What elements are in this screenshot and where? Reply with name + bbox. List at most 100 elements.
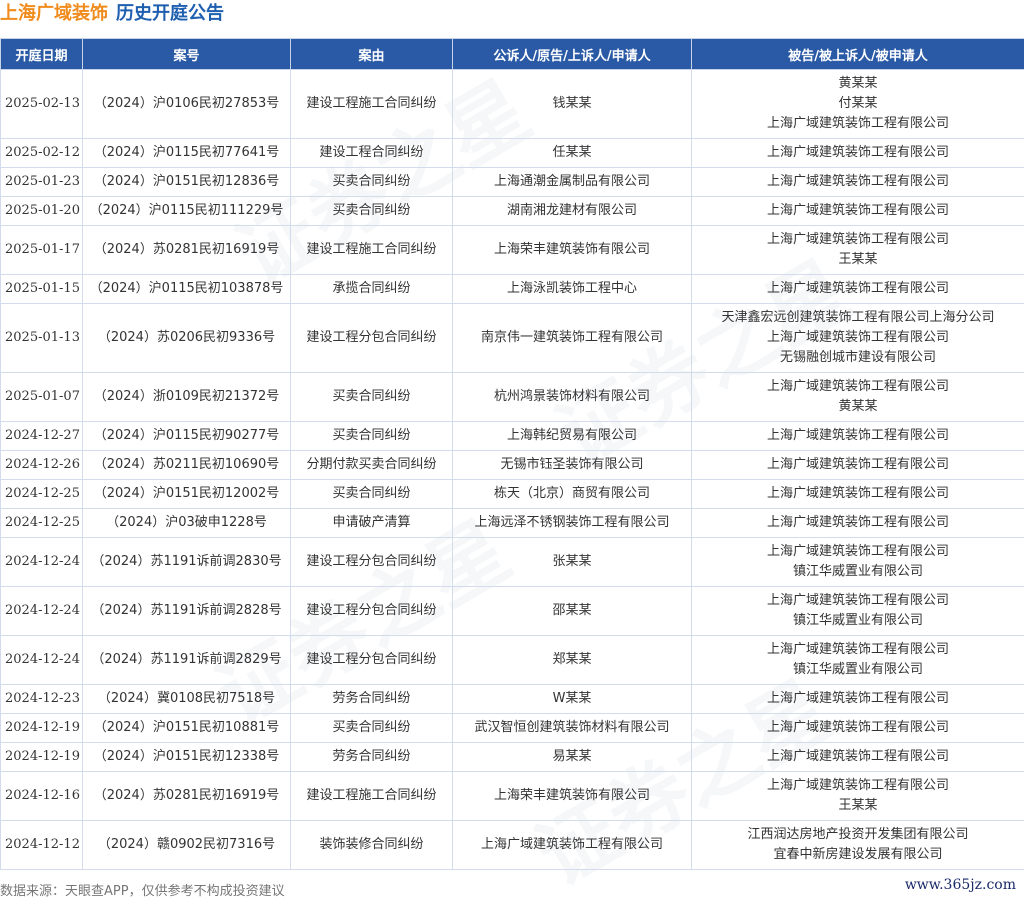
table-row: 2025-01-15（2024）沪0115民初103878号承揽合同纠纷上海泳凯… [1,275,1024,304]
defendant: 上海广域建筑装饰工程有限公司 [692,685,1024,714]
defendant: 上海广域建筑装饰工程有限公司镇江华威置业有限公司 [692,636,1024,685]
plaintiff: 上海泳凯装饰工程中心 [453,275,692,304]
defendant-entry: 上海广域建筑装饰工程有限公司 [694,172,1022,192]
plaintiff-entry: 易某某 [455,747,689,767]
table-row: 2025-01-23（2024）沪0151民初12836号买卖合同纠纷上海通潮金… [1,168,1024,197]
case-number: （2024）苏0211民初10690号 [83,451,291,480]
defendant-entry: 江西润达房地产投资开发集团有限公司 [694,825,1022,845]
case-number: （2024）苏0281民初16919号 [83,772,291,821]
defendant-entry: 上海广域建筑装饰工程有限公司 [694,230,1022,250]
defendant: 上海广域建筑装饰工程有限公司王某某 [692,772,1024,821]
defendant-entry: 王某某 [694,250,1022,270]
hearing-date: 2024-12-19 [1,714,83,743]
case-number: （2024）苏1191诉前调2828号 [83,587,291,636]
plaintiff-entry: 武汉智恒创建筑装饰材料有限公司 [455,718,689,738]
case-number: （2024）沪0151民初12338号 [83,743,291,772]
page-title: 上海广域装饰历史开庭公告 [0,0,224,30]
case-cause: 承揽合同纠纷 [291,275,453,304]
case-number: （2024）苏1191诉前调2830号 [83,538,291,587]
case-number: （2024）沪0115民初111229号 [83,197,291,226]
defendant-entry: 上海广域建筑装饰工程有限公司 [694,114,1022,134]
defendant: 上海广域建筑装饰工程有限公司 [692,168,1024,197]
table-row: 2024-12-24（2024）苏1191诉前调2828号建设工程分包合同纠纷邵… [1,587,1024,636]
plaintiff-entry: 上海通潮金属制品有限公司 [455,172,689,192]
table-row: 2024-12-25（2024）沪03破申1228号申请破产清算上海远泽不锈钢装… [1,509,1024,538]
case-cause: 申请破产清算 [291,509,453,538]
defendant-entry: 上海广域建筑装饰工程有限公司 [694,513,1022,533]
plaintiff-entry: 上海泳凯装饰工程中心 [455,279,689,299]
case-number: （2024）苏1191诉前调2829号 [83,636,291,685]
table-row: 2025-01-07（2024）浙0109民初21372号买卖合同纠纷杭州鸿景装… [1,373,1024,422]
case-cause: 建设工程分包合同纠纷 [291,636,453,685]
column-header-date: 开庭日期 [1,39,83,70]
case-cause: 买卖合同纠纷 [291,168,453,197]
defendant-entry: 上海广域建筑装饰工程有限公司 [694,747,1022,767]
defendant-entry: 付某某 [694,94,1022,114]
hearing-date: 2024-12-26 [1,451,83,480]
defendant: 上海广域建筑装饰工程有限公司 [692,743,1024,772]
table-header-row: 开庭日期 案号 案由 公诉人/原告/上诉人/申请人 被告/被上诉人/被申请人 [1,39,1024,70]
case-number: （2024）沪0115民初103878号 [83,275,291,304]
table-row: 2025-02-13（2024）沪0106民初27853号建设工程施工合同纠纷钱… [1,70,1024,139]
table-row: 2025-01-13（2024）苏0206民初9336号建设工程分包合同纠纷南京… [1,304,1024,373]
plaintiff: 栋天（北京）商贸有限公司 [453,480,692,509]
defendant: 上海广域建筑装饰工程有限公司 [692,197,1024,226]
hearing-date: 2025-02-13 [1,70,83,139]
plaintiff-entry: W某某 [455,689,689,709]
table-body: 2025-02-13（2024）沪0106民初27853号建设工程施工合同纠纷钱… [1,70,1024,870]
plaintiff: 无锡市钰圣装饰有限公司 [453,451,692,480]
hearing-date: 2025-01-13 [1,304,83,373]
defendant: 上海广域建筑装饰工程有限公司 [692,275,1024,304]
plaintiff-entry: 邵某某 [455,601,689,621]
defendant-entry: 上海广域建筑装饰工程有限公司 [694,542,1022,562]
table-row: 2024-12-24（2024）苏1191诉前调2829号建设工程分包合同纠纷郑… [1,636,1024,685]
hearing-date: 2024-12-24 [1,587,83,636]
defendant-entry: 上海广域建筑装饰工程有限公司 [694,328,1022,348]
defendant: 上海广域建筑装饰工程有限公司 [692,422,1024,451]
hearing-date: 2025-01-23 [1,168,83,197]
case-number: （2024）赣0902民初7316号 [83,821,291,870]
hearing-date: 2024-12-25 [1,480,83,509]
column-header-plaintiff: 公诉人/原告/上诉人/申请人 [453,39,692,70]
plaintiff-entry: 湖南湘龙建材有限公司 [455,201,689,221]
case-cause: 建设工程合同纠纷 [291,139,453,168]
case-number: （2024）沪0151民初10881号 [83,714,291,743]
data-source-note: 数据来源：天眼查APP，仅供参考不构成投资建议 [0,880,285,899]
table-row: 2025-02-12（2024）沪0115民初77641号建设工程合同纠纷任某某… [1,139,1024,168]
case-number: （2024）沪0106民初27853号 [83,70,291,139]
case-cause: 建设工程分包合同纠纷 [291,587,453,636]
plaintiff: 邵某某 [453,587,692,636]
defendant-entry: 上海广域建筑装饰工程有限公司 [694,591,1022,611]
plaintiff: 张某某 [453,538,692,587]
plaintiff-entry: 杭州鸿景装饰材料有限公司 [455,387,689,407]
defendant-entry: 王某某 [694,796,1022,816]
table-row: 2025-01-17（2024）苏0281民初16919号建设工程施工合同纠纷上… [1,226,1024,275]
plaintiff-entry: 张某某 [455,552,689,572]
case-number: （2024）浙0109民初21372号 [83,373,291,422]
defendant-entry: 宜春中新房建设发展有限公司 [694,845,1022,865]
table-row: 2024-12-16（2024）苏0281民初16919号建设工程施工合同纠纷上… [1,772,1024,821]
case-cause: 分期付款买卖合同纠纷 [291,451,453,480]
case-number: （2024）沪0115民初77641号 [83,139,291,168]
page-subtitle: 历史开庭公告 [116,3,224,24]
defendant: 江西润达房地产投资开发集团有限公司宜春中新房建设发展有限公司 [692,821,1024,870]
plaintiff: 郑某某 [453,636,692,685]
case-number: （2024）沪0151民初12002号 [83,480,291,509]
table-row: 2024-12-19（2024）沪0151民初12338号劳务合同纠纷易某某上海… [1,743,1024,772]
defendant-entry: 上海广域建筑装饰工程有限公司 [694,426,1022,446]
defendant: 上海广域建筑装饰工程有限公司王某某 [692,226,1024,275]
court-hearing-table: 开庭日期 案号 案由 公诉人/原告/上诉人/申请人 被告/被上诉人/被申请人 2… [0,38,1024,870]
plaintiff: 湖南湘龙建材有限公司 [453,197,692,226]
defendant-entry: 镇江华威置业有限公司 [694,660,1022,680]
defendant: 上海广域建筑装饰工程有限公司 [692,480,1024,509]
plaintiff: 南京伟一建筑装饰工程有限公司 [453,304,692,373]
defendant-entry: 上海广域建筑装饰工程有限公司 [694,143,1022,163]
plaintiff: 钱某某 [453,70,692,139]
site-url: www.365jz.com [905,877,1016,893]
plaintiff: 上海荣丰建筑装饰有限公司 [453,772,692,821]
defendant-entry: 黄某某 [694,397,1022,417]
case-cause: 劳务合同纠纷 [291,743,453,772]
hearing-date: 2024-12-24 [1,538,83,587]
case-cause: 买卖合同纠纷 [291,373,453,422]
defendant-entry: 上海广域建筑装饰工程有限公司 [694,640,1022,660]
